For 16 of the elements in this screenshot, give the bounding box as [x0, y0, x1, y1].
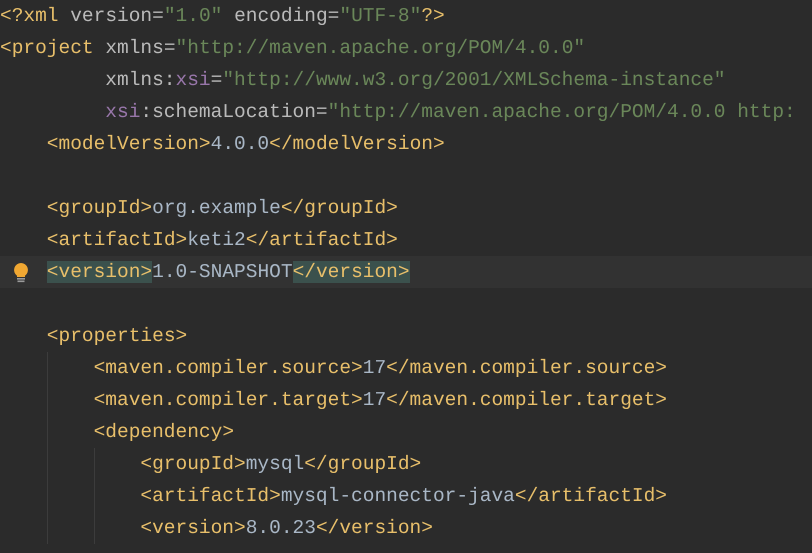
code-line: xsi:schemaLocation="http://maven.apache.org/POM/4.0.0 http:	[105, 100, 796, 125]
code-line: <groupId>mysql</groupId>	[140, 452, 422, 477]
code-line: xmlns:xsi="http://www.w3.org/2001/XMLSchema-instance"	[105, 68, 726, 93]
code-line: <version>1.0-SNAPSHOT</version>	[46, 260, 410, 285]
code-line: <maven.compiler.target>17</maven.compiler.target>	[94, 388, 668, 413]
code-line: <artifactId>keti2</artifactId>	[46, 228, 398, 253]
code-line: <groupId>org.example</groupId>	[46, 196, 398, 221]
code-line: <modelVersion>4.0.0</modelVersion>	[46, 132, 445, 157]
code-line: <?xml version="1.0" encoding="UTF-8"?>	[0, 4, 445, 29]
lightbulb-icon[interactable]	[12, 262, 30, 284]
code-line: <maven.compiler.source>17</maven.compiler.source>	[94, 356, 668, 381]
code-line: <version>8.0.23</version>	[140, 516, 433, 541]
code-line: <project xmlns="http://maven.apache.org/POM/4.0.0"	[0, 36, 586, 61]
code-line: <properties>	[46, 324, 188, 349]
code-line: <dependency>	[94, 420, 234, 445]
code-line: <artifactId>mysql-connector-java</artifactId>	[140, 484, 667, 509]
